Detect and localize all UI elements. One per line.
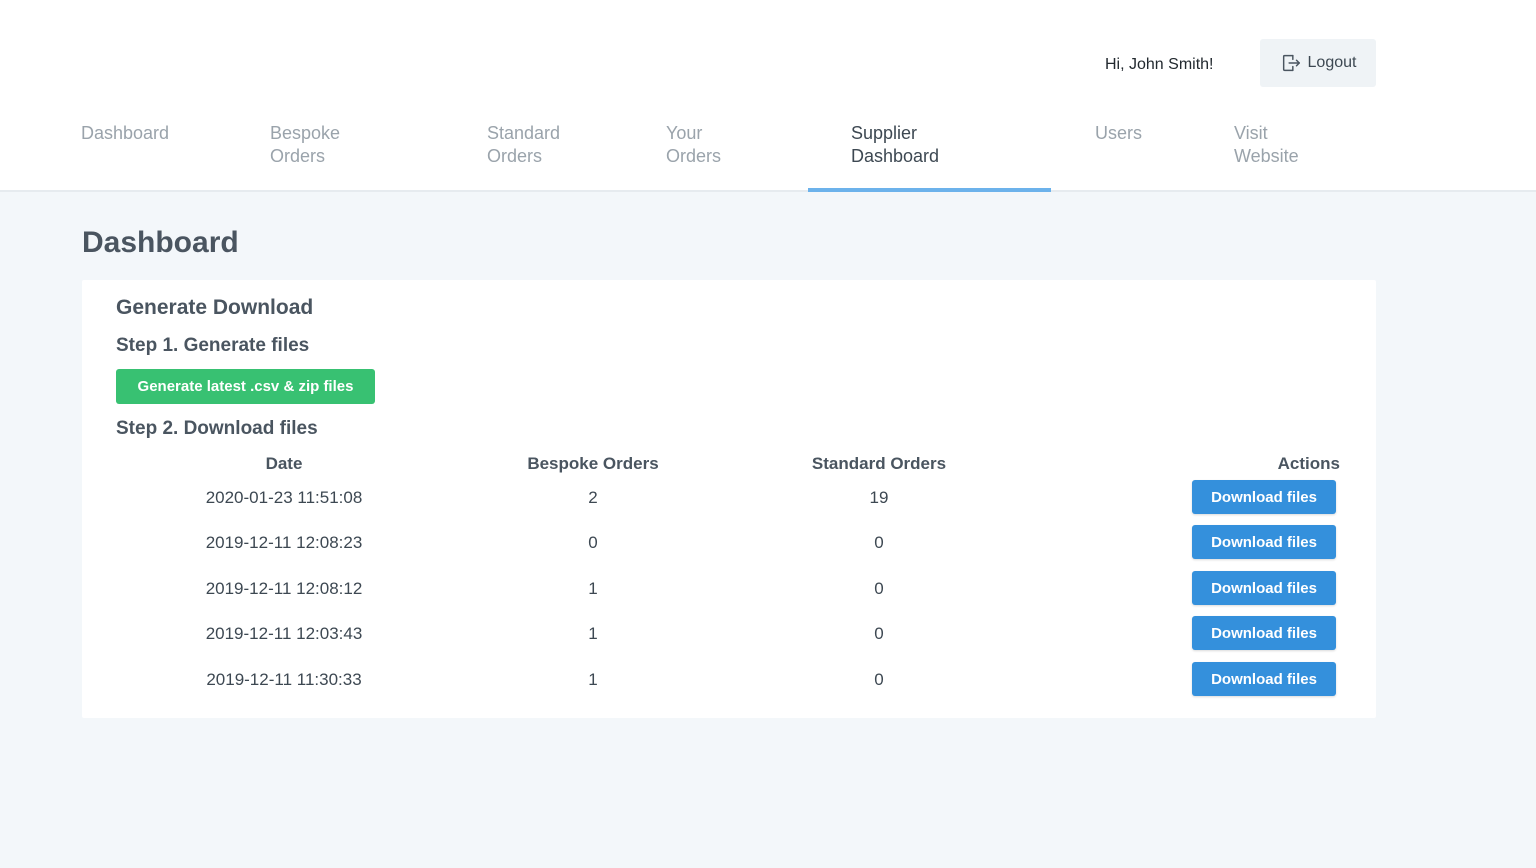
page-title: Dashboard <box>82 226 239 259</box>
date-cell: 2019-12-11 12:08:12 <box>205 579 363 598</box>
download-files-button[interactable]: Download files <box>1192 662 1336 696</box>
standard-count-cell: 0 <box>874 624 884 643</box>
date-cell: 2020-01-23 11:51:08 <box>205 488 363 507</box>
bespoke-count-cell: 1 <box>588 670 598 689</box>
nav-label: Dashboard <box>81 123 170 143</box>
card-title: Generate Download <box>116 296 314 319</box>
date-cell: 2019-12-11 12:08:23 <box>205 533 363 552</box>
generate-download-card: Generate Download Step 1. Generate files… <box>82 280 1376 718</box>
nav-label: Users <box>1095 123 1143 143</box>
nav-item-bespoke-orders[interactable]: Bespoke Orders <box>270 122 340 168</box>
user-greeting: Hi, John Smith! <box>1105 56 1214 73</box>
standard-count-cell: 0 <box>874 670 884 689</box>
date-cell: 2019-12-11 11:30:33 <box>206 670 362 689</box>
step1-title: Step 1. Generate files <box>116 335 310 356</box>
table-row: 2020-01-23 11:51:08 2 19 Download files <box>82 480 1376 516</box>
standard-count-cell: 19 <box>869 488 889 507</box>
table-row: 2019-12-11 11:30:33 1 0 Download files <box>82 662 1376 698</box>
column-header-standard-orders: Standard Orders <box>811 454 947 473</box>
logout-icon <box>1280 52 1302 74</box>
nav-label: Dashboard <box>851 146 940 166</box>
nav-label: Bespoke <box>270 123 341 143</box>
nav-item-dashboard[interactable]: Dashboard <box>81 122 169 145</box>
logout-button[interactable]: Logout <box>1260 39 1376 87</box>
logout-label: Logout <box>1307 54 1357 71</box>
top-header: Hi, John Smith! Logout Dashboard Bespoke… <box>0 0 1536 192</box>
nav-item-users[interactable]: Users <box>1095 122 1142 145</box>
download-files-button[interactable]: Download files <box>1192 480 1336 514</box>
nav-item-supplier-dashboard[interactable]: Supplier Dashboard <box>851 122 939 168</box>
bespoke-count-cell: 2 <box>588 488 598 507</box>
bespoke-count-cell: 1 <box>588 624 598 643</box>
nav-label: Orders <box>487 146 543 166</box>
standard-count-cell: 0 <box>874 579 884 598</box>
standard-count-cell: 0 <box>874 533 884 552</box>
table-row: 2019-12-11 12:08:12 1 0 Download files <box>82 571 1376 607</box>
nav-label: Orders <box>270 146 326 166</box>
nav-item-visit-website[interactable]: Visit Website <box>1234 122 1299 168</box>
nav-item-standard-orders[interactable]: Standard Orders <box>487 122 560 168</box>
column-header-bespoke-orders: Bespoke Orders <box>527 454 659 473</box>
active-tab-indicator <box>808 188 1051 192</box>
nav-label: Supplier <box>851 123 918 143</box>
download-files-button[interactable]: Download files <box>1192 571 1336 605</box>
nav-label: Visit <box>1234 123 1268 143</box>
table-row: 2019-12-11 12:03:43 1 0 Download files <box>82 616 1376 652</box>
column-header-date: Date <box>265 454 303 473</box>
date-cell: 2019-12-11 12:03:43 <box>205 624 363 643</box>
bespoke-count-cell: 0 <box>588 533 598 552</box>
nav-label: Your <box>666 123 703 143</box>
nav-label: Standard <box>487 123 561 143</box>
table-row: 2019-12-11 12:08:23 0 0 Download files <box>82 525 1376 561</box>
column-header-actions: Actions <box>1277 454 1340 473</box>
nav-item-your-orders[interactable]: Your Orders <box>666 122 721 168</box>
generate-files-button[interactable]: Generate latest .csv & zip files <box>116 369 375 404</box>
nav-label: Orders <box>666 146 722 166</box>
download-files-button[interactable]: Download files <box>1192 525 1336 559</box>
download-files-button[interactable]: Download files <box>1192 616 1336 650</box>
nav-label: Website <box>1234 146 1299 166</box>
bespoke-count-cell: 1 <box>588 579 598 598</box>
step2-title: Step 2. Download files <box>116 418 318 439</box>
